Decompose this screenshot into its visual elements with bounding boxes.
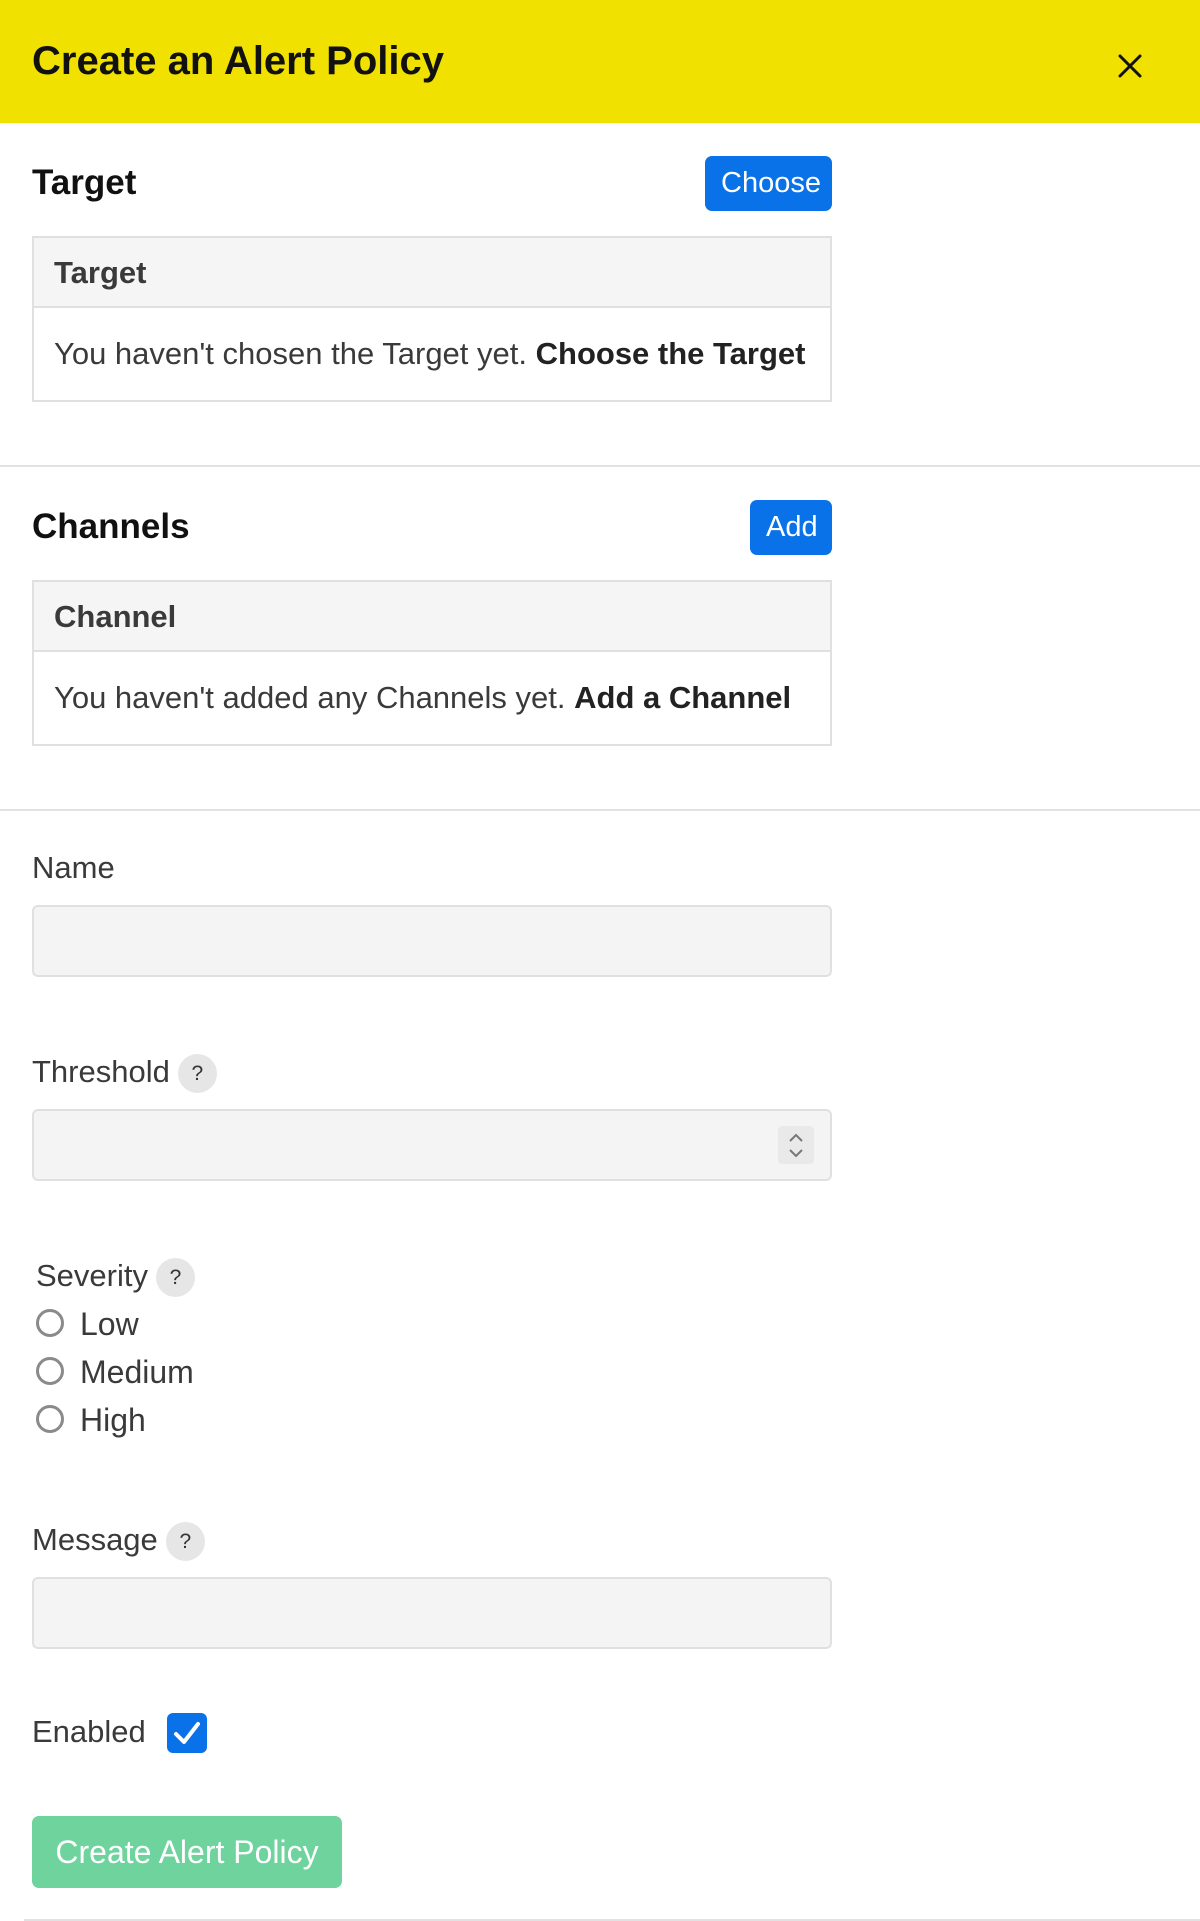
choose-target-link[interactable]: Choose the Target <box>536 336 806 371</box>
radio-button[interactable] <box>36 1357 64 1385</box>
threshold-help-icon[interactable]: ? <box>177 1054 217 1094</box>
channels-table: Channel You haven't added any Channels y… <box>32 580 832 746</box>
choose-target-button[interactable]: Choose <box>705 156 832 211</box>
threshold-label-row: Threshold? <box>32 1052 217 1094</box>
severity-label: Severity <box>36 1258 148 1293</box>
quantity-stepper[interactable] <box>778 1126 814 1164</box>
target-table-empty-row: You haven't chosen the Target yet. Choos… <box>34 308 830 400</box>
message-help-icon[interactable]: ? <box>165 1522 205 1562</box>
channels-empty-text: You haven't added any Channels yet. <box>54 680 566 715</box>
name-input[interactable] <box>32 905 832 977</box>
create-alert-policy-button[interactable]: Create Alert Policy <box>32 1816 342 1888</box>
radio-button[interactable] <box>36 1405 64 1433</box>
severity-option-label: Low <box>80 1306 139 1342</box>
name-label: Name <box>32 850 115 885</box>
section-divider <box>0 809 1200 811</box>
modal-header: Create an Alert Policy <box>0 0 1200 123</box>
target-table: Target You haven't chosen the Target yet… <box>32 236 832 402</box>
severity-option-label: High <box>80 1402 146 1438</box>
severity-label-row: Severity? <box>36 1256 195 1298</box>
enabled-label: Enabled <box>32 1714 146 1749</box>
close-icon <box>1118 54 1142 78</box>
close-button[interactable] <box>1112 48 1148 84</box>
enabled-checkbox[interactable] <box>167 1713 207 1753</box>
channels-table-empty-row: You haven't added any Channels yet. Add … <box>34 652 830 744</box>
radio-button[interactable] <box>36 1309 64 1337</box>
severity-help-icon[interactable]: ? <box>155 1258 195 1298</box>
add-channel-link[interactable]: Add a Channel <box>574 680 791 715</box>
checkmark-icon <box>174 1722 200 1744</box>
target-table-header: Target <box>34 238 830 308</box>
message-label: Message <box>32 1522 158 1557</box>
section-divider <box>0 465 1200 467</box>
message-input[interactable] <box>32 1577 832 1649</box>
target-empty-text: You haven't chosen the Target yet. <box>54 336 527 371</box>
message-label-row: Message? <box>32 1520 205 1562</box>
threshold-input[interactable] <box>32 1109 832 1181</box>
channels-table-header: Channel <box>34 582 830 652</box>
channels-heading: Channels <box>32 507 190 546</box>
severity-option-label: Medium <box>80 1354 194 1390</box>
target-heading: Target <box>32 163 137 202</box>
modal-title: Create an Alert Policy <box>32 39 445 83</box>
chevron-up-down-icon <box>789 1133 803 1158</box>
add-channel-button[interactable]: Add <box>750 500 832 555</box>
threshold-label: Threshold <box>32 1054 170 1089</box>
